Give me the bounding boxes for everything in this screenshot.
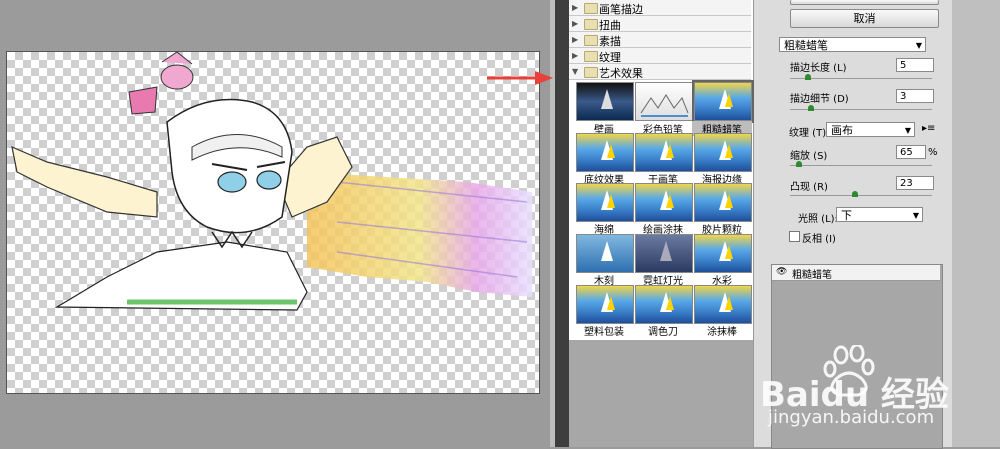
texture-select[interactable]: 画布 ▼ <box>826 122 915 137</box>
texture-menu-icon[interactable]: ▸≡ <box>922 123 935 134</box>
collapse-arrow-icon: ▼ <box>572 67 579 76</box>
filter-select-value: 粗糙蜡笔 <box>784 39 828 52</box>
filter-thumb-paint-daubs[interactable] <box>635 183 693 222</box>
folder-icon <box>584 19 598 30</box>
filter-thumb-watercolor[interactable] <box>694 234 752 273</box>
category-label: 纹理 <box>599 51 621 64</box>
filter-thumb-cutout[interactable] <box>576 234 634 273</box>
eye-icon[interactable]: 👁 <box>776 267 787 277</box>
slider-knob[interactable] <box>804 74 811 80</box>
expand-arrow-icon: ▶ <box>572 3 579 12</box>
filter-thumb-dry-brush[interactable] <box>635 133 693 172</box>
stroke-length-slider[interactable] <box>790 78 932 79</box>
slider-knob[interactable] <box>795 161 802 167</box>
expand-arrow-icon: ▶ <box>572 19 579 28</box>
category-distort[interactable]: ▶ 扭曲 <box>569 16 751 32</box>
filter-thumb-palette-knife[interactable] <box>635 285 693 324</box>
watermark-url: jingyan.baidu.com <box>768 407 935 428</box>
relief-input[interactable]: 23 <box>896 176 934 190</box>
panel-divider-dark <box>555 0 569 447</box>
category-label: 扭曲 <box>599 19 621 32</box>
invert-checkbox[interactable] <box>789 231 800 242</box>
category-label: 艺术效果 <box>599 67 643 80</box>
texture-select-value: 画布 <box>831 124 853 137</box>
scaling-input[interactable]: 65 <box>896 145 926 159</box>
filter-thumb-fresco[interactable] <box>576 82 634 121</box>
effect-layer-name: 粗糙蜡笔 <box>792 270 832 281</box>
effect-layer-row[interactable]: 👁 粗糙蜡笔 <box>772 265 940 281</box>
filter-label: 涂抹棒 <box>707 327 737 338</box>
window-edge <box>952 0 1000 447</box>
category-artistic[interactable]: ▼ 艺术效果 <box>569 64 751 80</box>
filter-thumb-rough-pastels[interactable] <box>692 80 754 123</box>
light-select[interactable]: 下 ▼ <box>836 207 923 222</box>
chevron-down-icon: ▼ <box>915 41 922 50</box>
expand-arrow-icon: ▶ <box>572 51 579 60</box>
filter-thumb-sponge[interactable] <box>576 183 634 222</box>
category-label: 画笔描边 <box>599 3 643 16</box>
folder-open-icon <box>584 67 598 78</box>
scaling-unit: % <box>928 147 938 158</box>
relief-label: 凸现 (R) <box>790 182 828 193</box>
gallery-empty-area <box>569 340 753 447</box>
scaling-slider[interactable] <box>790 165 932 166</box>
invert-label: 反相 (I) <box>802 234 836 245</box>
chevron-down-icon: ▼ <box>904 126 911 135</box>
texture-label: 纹理 (T): <box>789 128 830 139</box>
category-texture[interactable]: ▶ 纹理 <box>569 48 751 64</box>
filter-thumb-colored-pencil[interactable] <box>635 82 693 121</box>
stroke-detail-label: 描边细节 (D) <box>790 94 849 105</box>
red-arrow-annotation <box>487 71 553 85</box>
slider-knob[interactable] <box>808 105 815 111</box>
filter-thumb-underpainting[interactable] <box>576 133 634 172</box>
filter-label: 塑料包装 <box>584 327 624 338</box>
light-label: 光照 (L): <box>798 214 838 225</box>
ok-button[interactable] <box>790 0 939 5</box>
stroke-detail-input[interactable]: 3 <box>896 89 934 103</box>
filter-select[interactable]: 粗糙蜡笔 ▼ <box>779 37 926 52</box>
folder-icon <box>584 3 598 14</box>
filter-thumb-smudge-stick[interactable] <box>694 285 752 324</box>
expand-arrow-icon: ▶ <box>572 35 579 44</box>
cancel-button[interactable]: 取消 <box>790 9 939 28</box>
light-select-value: 下 <box>841 209 852 222</box>
category-sketch[interactable]: ▶ 素描 <box>569 32 751 48</box>
filter-thumb-poster-edges[interactable] <box>694 133 752 172</box>
category-label: 素描 <box>599 35 621 48</box>
filter-thumb-neon-glow[interactable] <box>635 234 693 273</box>
filter-label: 调色刀 <box>648 327 678 338</box>
stroke-length-input[interactable]: 5 <box>896 58 934 72</box>
folder-icon <box>584 51 598 62</box>
filter-gallery: ▶ 画笔描边 ▶ 扭曲 ▶ 素描 ▶ 纹理 ▼ 艺术效果 壁画 彩色铅笔 粗糙蜡… <box>569 0 754 340</box>
image-canvas[interactable] <box>6 51 540 394</box>
cartoon-artwork <box>11 52 532 311</box>
scaling-label: 缩放 (S) <box>790 151 828 162</box>
filter-thumb-film-grain[interactable] <box>694 183 752 222</box>
slider-knob[interactable] <box>852 191 859 197</box>
filter-thumb-plastic-wrap[interactable] <box>576 285 634 324</box>
folder-icon <box>584 35 598 46</box>
baidu-watermark: Baidu 经验 jingyan.baidu.com <box>760 343 950 433</box>
stroke-length-label: 描边长度 (L) <box>790 63 847 74</box>
category-brush-strokes[interactable]: ▶ 画笔描边 <box>569 0 751 16</box>
chevron-down-icon: ▼ <box>912 211 919 220</box>
relief-slider[interactable] <box>790 195 932 196</box>
